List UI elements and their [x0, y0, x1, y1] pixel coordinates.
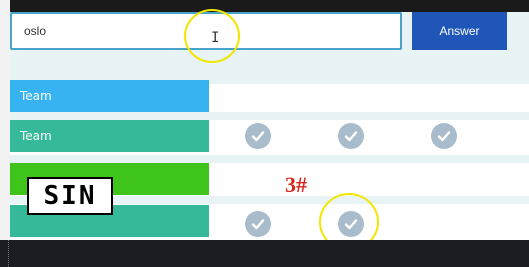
answer-button[interactable]: Answer [412, 12, 507, 50]
window-top-bar [0, 0, 529, 12]
taskbar-grip[interactable] [8, 240, 12, 267]
taskbar [0, 240, 529, 267]
sin-badge: SIN [27, 177, 113, 215]
window-left-edge [0, 0, 10, 267]
check-circle-icon [338, 123, 364, 149]
text-cursor-icon: I [211, 30, 220, 46]
game-screen: Answer I Team Team 3# SIN [0, 0, 529, 267]
check-circle-icon [245, 211, 271, 237]
team-row-2-label: Team [10, 120, 209, 152]
score-label: 3# [285, 172, 307, 197]
check-circle-icon [245, 123, 271, 149]
row-separator [10, 112, 529, 120]
check-circle-icon [431, 123, 457, 149]
team-row-1-label: Team [10, 80, 209, 112]
row-separator [10, 155, 529, 163]
